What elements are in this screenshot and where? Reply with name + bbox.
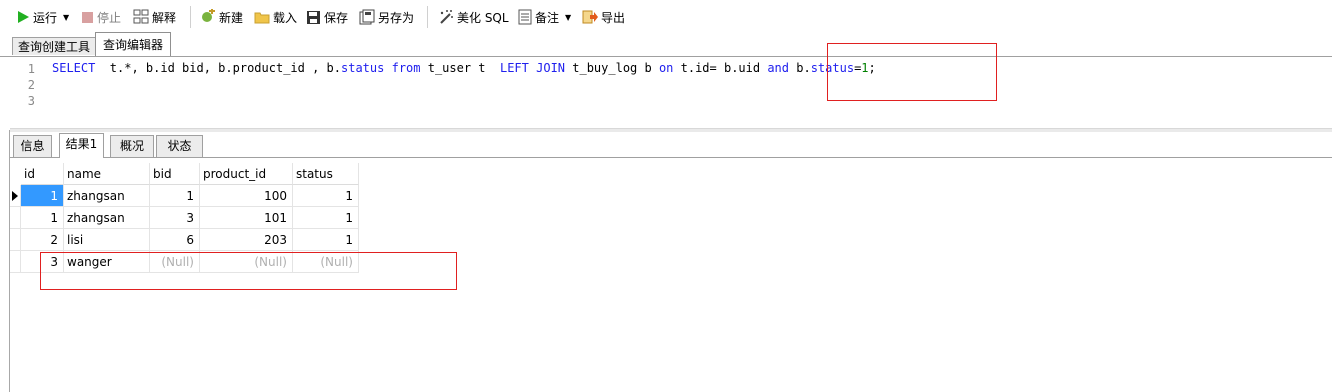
sql-text: t.id= b.uid [673,61,768,75]
sql-text: t_buy_log b [565,61,659,75]
save-as-icon [359,9,375,25]
load-button[interactable]: 载入 [254,8,297,26]
tab-result-1[interactable]: 结果1 [59,133,104,158]
folder-icon [254,12,270,24]
sql-keyword: JOIN [536,61,566,75]
stop-icon [82,11,93,23]
cell-bid[interactable]: 6 [150,229,200,251]
toolbar-separator [190,6,191,28]
run-dropdown-arrow[interactable]: ▼ [63,13,69,22]
toolbar-separator [427,6,428,28]
tab-info[interactable]: 信息 [13,135,52,157]
export-icon [582,10,598,24]
sql-text: t.*, b.id bid, b.product_id , b. [95,61,341,75]
cell-id[interactable]: 2 [21,229,64,251]
annotation-box-condition [827,43,997,101]
cell-bid[interactable]: 1 [150,185,200,207]
cell-name[interactable]: zhangsan [64,185,150,207]
column-header-id[interactable]: id [21,163,64,185]
save-as-button[interactable]: 另存为 [359,8,414,26]
row-selector[interactable] [10,229,21,251]
annotation-box-null-row [40,252,457,290]
save-button[interactable]: 保存 [306,8,348,26]
row-selector[interactable] [10,185,21,207]
row-selector[interactable] [10,207,21,229]
sql-keyword: status [341,61,385,75]
explain-icon [133,9,149,24]
document-icon [518,9,532,25]
save-icon [307,10,320,24]
column-header-product-id[interactable]: product_id [200,163,293,185]
cell-product-id[interactable]: 100 [200,185,293,207]
result-tab-bar: 信息 结果1 概况 状态 [10,133,1332,158]
sql-keyword: on [658,61,674,75]
line-number: 1 [27,62,35,76]
sql-keyword: SELECT [52,61,96,75]
sql-text: b. [789,61,811,75]
new-query-icon [202,9,215,22]
beautify-sql-button[interactable]: 美化 SQL [438,8,509,26]
column-header-status[interactable]: status [293,163,359,185]
cell-bid[interactable]: 3 [150,207,200,229]
comment-dropdown-arrow[interactable]: ▼ [565,13,571,22]
sql-code-line[interactable]: SELECT t.*, b.id bid, b.product_id , b.s… [52,61,876,75]
sql-keyword: from [391,61,421,75]
splitter[interactable] [10,128,1332,132]
tab-query-builder[interactable]: 查询创建工具 [12,37,96,55]
new-button[interactable]: 新建 [200,8,243,26]
magic-wand-icon [440,10,453,24]
grid-header-row: id name bid product_id status [10,163,359,185]
line-number: 2 [27,78,35,92]
cell-product-id[interactable]: 203 [200,229,293,251]
cell-id[interactable]: 1 [21,185,64,207]
column-header-bid[interactable]: bid [150,163,200,185]
explain-button[interactable]: 解释 [133,8,176,26]
table-row[interactable]: 1 zhangsan 3 101 1 [10,207,359,229]
cell-name[interactable]: zhangsan [64,207,150,229]
toolbar: 运行 ▼ 停止 解释 新建 载入 保存 另存为 美化 SQL 备注 ▼ 导出 [0,0,1332,33]
line-number-gutter: 1 2 3 [10,57,47,130]
editor-tab-bar: 查询创建工具 查询编辑器 [0,31,1332,57]
line-number: 3 [27,94,35,108]
comment-button[interactable]: 备注 ▼ [518,8,571,26]
tab-profile[interactable]: 概况 [110,135,154,157]
sql-keyword: and [767,61,790,75]
cell-id[interactable]: 1 [21,207,64,229]
cell-status[interactable]: 1 [293,229,359,251]
current-row-indicator-icon [12,191,18,201]
sql-editor[interactable]: 1 2 3 SELECT t.*, b.id bid, b.product_id… [10,57,1332,130]
cell-name[interactable]: lisi [64,229,150,251]
tab-status[interactable]: 状态 [156,135,203,157]
column-header-name[interactable]: name [64,163,150,185]
play-icon [18,11,29,23]
sql-text: t_user t [420,61,500,75]
tab-query-editor[interactable]: 查询编辑器 [95,32,171,56]
export-button[interactable]: 导出 [582,8,625,26]
row-selector[interactable] [10,251,21,273]
run-button[interactable]: 运行 ▼ [16,8,69,26]
cell-status[interactable]: 1 [293,185,359,207]
sql-keyword: LEFT [499,61,529,75]
cell-product-id[interactable]: 101 [200,207,293,229]
table-row[interactable]: 1 zhangsan 1 100 1 [10,185,359,207]
table-row[interactable]: 2 lisi 6 203 1 [10,229,359,251]
cell-status[interactable]: 1 [293,207,359,229]
stop-button[interactable]: 停止 [81,8,121,26]
